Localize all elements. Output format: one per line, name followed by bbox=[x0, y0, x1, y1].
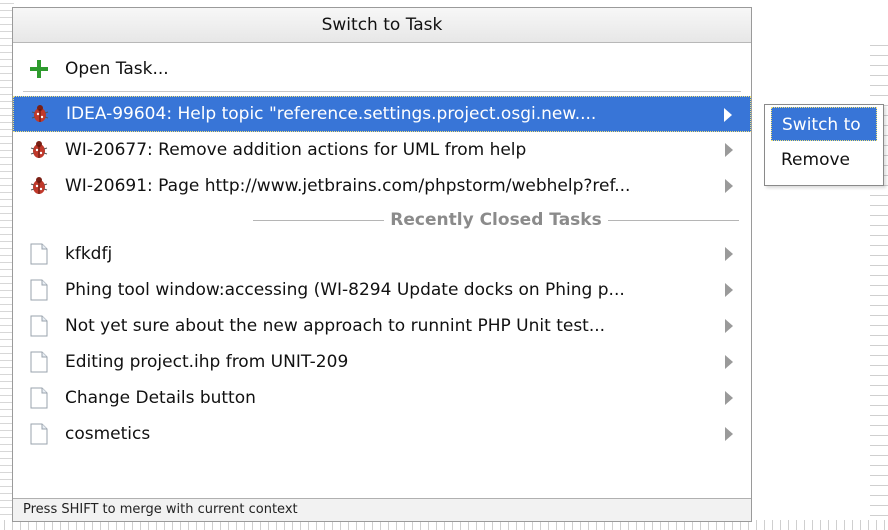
submenu-arrow-icon[interactable] bbox=[724, 108, 732, 122]
submenu-arrow-icon[interactable] bbox=[725, 391, 733, 405]
closed-task-item[interactable]: cosmetics bbox=[13, 416, 751, 452]
separator-line bbox=[607, 219, 740, 221]
recently-closed-separator: Recently Closed Tasks bbox=[253, 204, 740, 236]
bug-icon bbox=[28, 102, 52, 126]
task-item-wi-20691[interactable]: WI-20691: Page http://www.jetbrains.com/… bbox=[13, 168, 751, 204]
open-task-label: Open Task... bbox=[65, 59, 169, 79]
document-icon bbox=[27, 242, 51, 266]
popup-title: Switch to Task bbox=[13, 8, 751, 43]
separator bbox=[23, 91, 741, 92]
plus-icon bbox=[27, 57, 51, 81]
task-label: IDEA-99604: Help topic "reference.settin… bbox=[66, 104, 597, 124]
separator-line bbox=[253, 219, 385, 221]
task-label: WI-20691: Page http://www.jetbrains.com/… bbox=[65, 176, 631, 196]
task-label: cosmetics bbox=[65, 424, 151, 444]
task-label: WI-20677: Remove addition actions for UM… bbox=[65, 140, 527, 160]
remove-menu-item[interactable]: Remove bbox=[771, 143, 877, 177]
switch-to-menu-item[interactable]: Switch to bbox=[771, 107, 877, 141]
submenu-arrow-icon[interactable] bbox=[725, 427, 733, 441]
bug-icon bbox=[27, 138, 51, 162]
task-item-wi-20677[interactable]: WI-20677: Remove addition actions for UM… bbox=[13, 132, 751, 168]
bug-icon bbox=[27, 174, 51, 198]
task-label: kfkdfj bbox=[65, 244, 113, 264]
document-icon bbox=[27, 278, 51, 302]
submenu-arrow-icon[interactable] bbox=[725, 143, 733, 157]
closed-task-item[interactable]: Editing project.ihp from UNIT-209 bbox=[13, 344, 751, 380]
document-icon bbox=[27, 314, 51, 338]
document-icon bbox=[27, 422, 51, 446]
task-actions-submenu: Switch to Remove bbox=[764, 104, 884, 186]
task-label: Not yet sure about the new approach to r… bbox=[65, 316, 606, 336]
submenu-arrow-icon[interactable] bbox=[725, 179, 733, 193]
submenu-arrow-icon[interactable] bbox=[725, 355, 733, 369]
document-icon bbox=[27, 350, 51, 374]
task-item-idea-99604[interactable]: IDEA-99604: Help topic "reference.settin… bbox=[13, 96, 751, 132]
open-task-item[interactable]: Open Task... bbox=[13, 51, 751, 87]
submenu-arrow-icon[interactable] bbox=[725, 247, 733, 261]
closed-task-item[interactable]: Change Details button bbox=[13, 380, 751, 416]
status-hint: Press SHIFT to merge with current contex… bbox=[13, 498, 751, 521]
task-label: Editing project.ihp from UNIT-209 bbox=[65, 352, 349, 372]
closed-task-item[interactable]: kfkdfj bbox=[13, 236, 751, 272]
task-label: Change Details button bbox=[65, 388, 256, 408]
submenu-arrow-icon[interactable] bbox=[725, 319, 733, 333]
task-label: Phing tool window:accessing (WI-8294 Upd… bbox=[65, 280, 625, 300]
closed-task-item[interactable]: Not yet sure about the new approach to r… bbox=[13, 308, 751, 344]
recently-closed-title: Recently Closed Tasks bbox=[390, 210, 602, 230]
closed-task-item[interactable]: Phing tool window:accessing (WI-8294 Upd… bbox=[13, 272, 751, 308]
submenu-arrow-icon[interactable] bbox=[725, 283, 733, 297]
document-icon bbox=[27, 386, 51, 410]
switch-to-task-popup: Switch to Task Open Task... IDEA-99604: … bbox=[12, 7, 752, 522]
